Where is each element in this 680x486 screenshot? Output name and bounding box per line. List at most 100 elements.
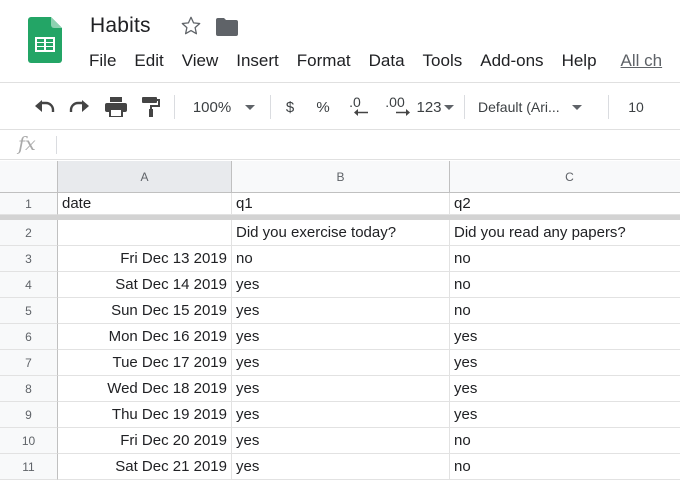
row-header-5[interactable]: 5 [0, 298, 58, 324]
formula-bar: fx [0, 130, 680, 160]
increase-decimal-button[interactable]: .00 [380, 83, 410, 131]
decrease-decimal-button[interactable]: .0 [342, 83, 368, 131]
toolbar-separator [174, 95, 175, 119]
row-header-11[interactable]: 11 [0, 454, 58, 480]
redo-button[interactable] [66, 83, 94, 131]
cell-b1[interactable]: q1 [232, 193, 450, 215]
menu-bar: File Edit View Insert Format Data Tools … [80, 51, 671, 73]
cell-a11[interactable]: Sat Dec 21 2019 [58, 454, 232, 480]
menu-format[interactable]: Format [288, 51, 360, 73]
print-button[interactable] [102, 83, 130, 131]
cell-c5[interactable]: no [450, 298, 680, 324]
cell-b3[interactable]: no [232, 246, 450, 272]
cell-a6[interactable]: Mon Dec 16 2019 [58, 324, 232, 350]
cell-c6[interactable]: yes [450, 324, 680, 350]
font-size-select[interactable]: 10 [620, 83, 652, 131]
cell-b6[interactable]: yes [232, 324, 450, 350]
cell-b8[interactable]: yes [232, 376, 450, 402]
cell-b4[interactable]: yes [232, 272, 450, 298]
cell-b10[interactable]: yes [232, 428, 450, 454]
cell-a4[interactable]: Sat Dec 14 2019 [58, 272, 232, 298]
spreadsheet-grid: A B C 1 date q1 q2 2 Did you exercise today? D… [0, 161, 680, 486]
paint-format-button[interactable] [138, 83, 164, 131]
decrease-decimal-label: .0 [349, 93, 361, 110]
font-family-select[interactable]: Default (Ari... [478, 83, 600, 131]
row-header-9[interactable]: 9 [0, 402, 58, 428]
cell-a8[interactable]: Wed Dec 18 2019 [58, 376, 232, 402]
currency-format-button[interactable]: $ [280, 83, 300, 131]
cell-b9[interactable]: yes [232, 402, 450, 428]
cell-b5[interactable]: yes [232, 298, 450, 324]
fx-icon: fx [18, 133, 36, 155]
menu-add-ons[interactable]: Add-ons [471, 51, 552, 73]
cell-c3[interactable]: no [450, 246, 680, 272]
menu-help[interactable]: Help [553, 51, 606, 73]
cell-c7[interactable]: yes [450, 350, 680, 376]
chevron-down-icon [571, 104, 582, 110]
cell-b11[interactable]: yes [232, 454, 450, 480]
row-header-6[interactable]: 6 [0, 324, 58, 350]
more-formats-select[interactable]: 123 [414, 83, 456, 131]
cell-a2[interactable] [58, 220, 232, 246]
row-header-8[interactable]: 8 [0, 376, 58, 402]
cell-b7[interactable]: yes [232, 350, 450, 376]
menu-insert[interactable]: Insert [227, 51, 288, 73]
document-title[interactable]: Habits [90, 14, 151, 38]
toolbar-separator [270, 95, 271, 119]
cell-c1[interactable]: q2 [450, 193, 680, 215]
folder-icon[interactable] [216, 18, 238, 36]
cell-c8[interactable]: yes [450, 376, 680, 402]
cell-c4[interactable]: no [450, 272, 680, 298]
cell-a9[interactable]: Thu Dec 19 2019 [58, 402, 232, 428]
star-icon[interactable] [180, 15, 202, 37]
percent-format-button[interactable]: % [312, 83, 334, 131]
menu-data[interactable]: Data [360, 51, 414, 73]
row-header-4[interactable]: 4 [0, 272, 58, 298]
cell-a3[interactable]: Fri Dec 13 2019 [58, 246, 232, 272]
undo-button[interactable] [30, 83, 58, 131]
row-header-7[interactable]: 7 [0, 350, 58, 376]
chevron-down-icon [245, 104, 256, 110]
cell-a5[interactable]: Sun Dec 15 2019 [58, 298, 232, 324]
chevron-down-icon [443, 104, 454, 110]
formula-input[interactable] [64, 135, 664, 155]
currency-label: $ [285, 98, 295, 116]
row-header-10[interactable]: 10 [0, 428, 58, 454]
zoom-value: 100% [192, 98, 232, 116]
cell-a1[interactable]: date [58, 193, 232, 215]
row-header-2[interactable]: 2 [0, 220, 58, 246]
cell-a10[interactable]: Fri Dec 20 2019 [58, 428, 232, 454]
title-bar: Habits File Edit View Insert Format Data… [0, 0, 680, 82]
arrow-right-icon [396, 108, 410, 116]
cell-c11[interactable]: no [450, 454, 680, 480]
column-header-c[interactable]: C [450, 161, 680, 193]
menu-tools[interactable]: Tools [414, 51, 472, 73]
column-header-a[interactable]: A [58, 161, 232, 193]
menu-view[interactable]: View [173, 51, 228, 73]
percent-label: % [316, 98, 330, 116]
formula-bar-separator [56, 136, 57, 154]
cell-c10[interactable]: no [450, 428, 680, 454]
menu-file[interactable]: File [80, 51, 125, 73]
zoom-select[interactable]: 100% [186, 83, 262, 131]
paint-format-icon [142, 97, 160, 117]
cell-c2[interactable]: Did you read any papers? [450, 220, 680, 246]
cell-c9[interactable]: yes [450, 402, 680, 428]
google-sheets-logo-icon[interactable] [28, 17, 62, 63]
row-header-3[interactable]: 3 [0, 246, 58, 272]
toolbar-separator [608, 95, 609, 119]
arrow-left-icon [354, 108, 368, 116]
increase-decimal-label: .00 [385, 93, 405, 110]
toolbar: 100% $ % .0 .00 123 Default (Ari... 10 [0, 82, 680, 130]
menu-edit[interactable]: Edit [125, 51, 172, 73]
row-header-1[interactable]: 1 [0, 193, 58, 215]
all-changes-saved-link[interactable]: All ch [612, 51, 672, 73]
font-family-value: Default (Ari... [478, 99, 560, 115]
print-icon [105, 97, 127, 117]
select-all-corner[interactable] [0, 161, 58, 193]
column-header-b[interactable]: B [232, 161, 450, 193]
cell-b2[interactable]: Did you exercise today? [232, 220, 450, 246]
toolbar-separator [464, 95, 465, 119]
redo-icon [69, 100, 89, 112]
cell-a7[interactable]: Tue Dec 17 2019 [58, 350, 232, 376]
